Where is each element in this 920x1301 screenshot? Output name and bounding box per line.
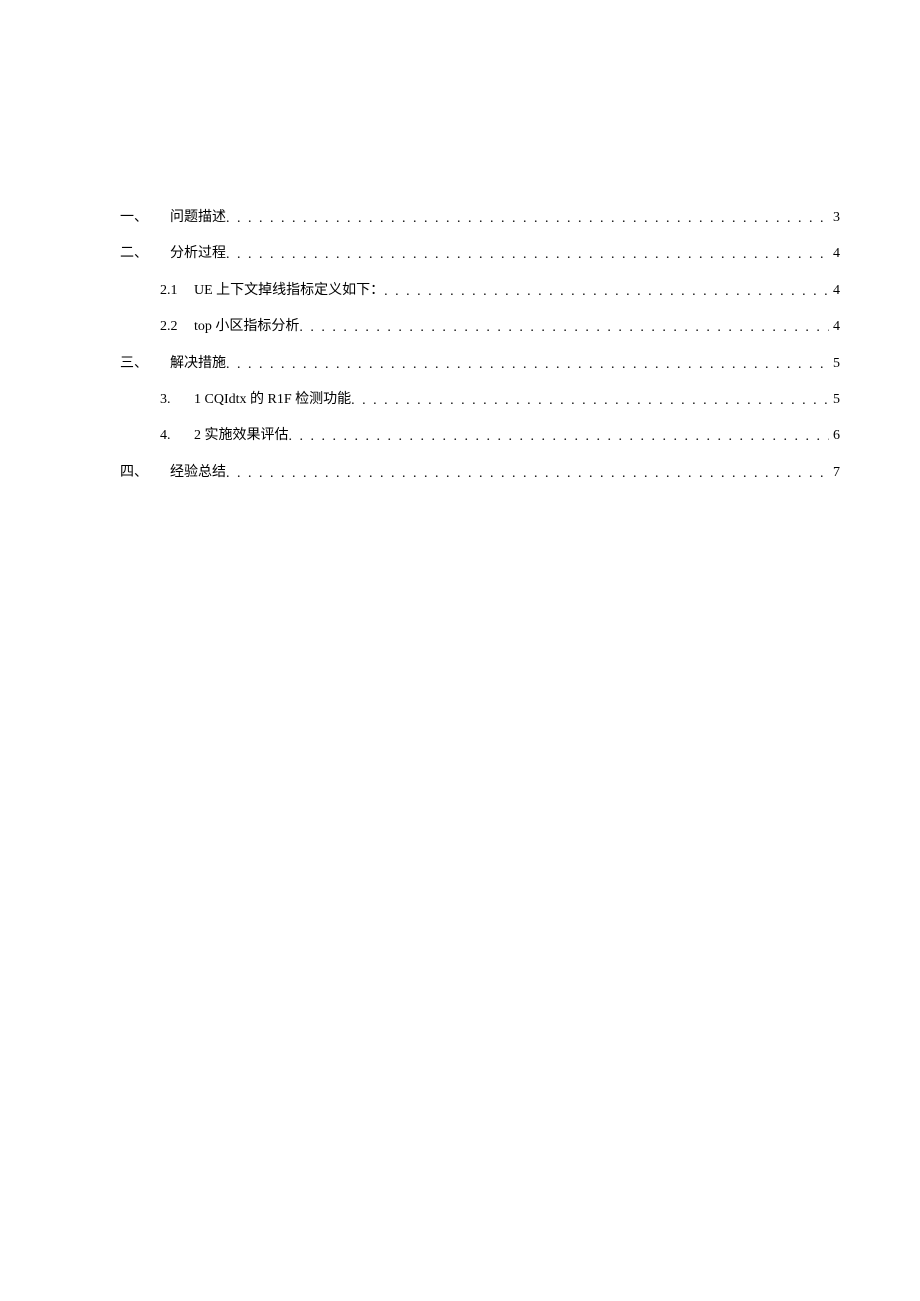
toc-title: 分析过程 [170, 236, 226, 272]
toc-leader [351, 383, 829, 419]
toc-page: 4 [829, 309, 840, 345]
toc-title: 1 CQIdtx 的 R1F 检测功能 [194, 382, 351, 418]
toc-title: UE 上下文掉线指标定义如下： [194, 273, 384, 309]
toc-number: 2.1 [160, 273, 194, 309]
toc-number: 3. [160, 382, 194, 418]
toc-page: 5 [829, 346, 840, 382]
toc-leader [226, 237, 829, 273]
toc-leader [299, 310, 829, 346]
toc-title: 经验总结 [170, 455, 226, 491]
toc-entry[interactable]: 一、 问题描述 3 [120, 200, 840, 236]
toc-leader [226, 201, 829, 237]
toc-number: 一、 [120, 200, 170, 236]
toc-entry[interactable]: 2.2 top 小区指标分析 4 [120, 309, 840, 345]
toc-title: 2 实施效果评估 [194, 418, 289, 454]
toc-page: 5 [829, 382, 840, 418]
toc-page: 3 [829, 200, 840, 236]
toc-title: 问题描述 [170, 200, 226, 236]
toc-leader [384, 274, 829, 310]
toc-page: 7 [829, 455, 840, 491]
toc-leader [226, 347, 829, 383]
toc-entry[interactable]: 二、 分析过程 4 [120, 236, 840, 272]
toc-title: top 小区指标分析 [194, 309, 299, 345]
toc-leader [289, 419, 830, 455]
toc-number: 三、 [120, 346, 170, 382]
toc-page: 6 [829, 418, 840, 454]
toc-number: 4. [160, 418, 194, 454]
toc-entry[interactable]: 3. 1 CQIdtx 的 R1F 检测功能 5 [120, 382, 840, 418]
toc-page: 4 [829, 236, 840, 272]
toc-page: 4 [829, 273, 840, 309]
toc-number: 四、 [120, 455, 170, 491]
toc-entry[interactable]: 2.1 UE 上下文掉线指标定义如下： 4 [120, 273, 840, 309]
toc-title: 解决措施 [170, 346, 226, 382]
toc-container: 一、 问题描述 3 二、 分析过程 4 2.1 UE 上下文掉线指标定义如下： … [120, 200, 840, 491]
toc-entry[interactable]: 4. 2 实施效果评估 6 [120, 418, 840, 454]
toc-number: 2.2 [160, 309, 194, 345]
toc-number: 二、 [120, 236, 170, 272]
toc-leader [226, 456, 829, 492]
toc-entry[interactable]: 四、 经验总结 7 [120, 455, 840, 491]
toc-entry[interactable]: 三、 解决措施 5 [120, 346, 840, 382]
